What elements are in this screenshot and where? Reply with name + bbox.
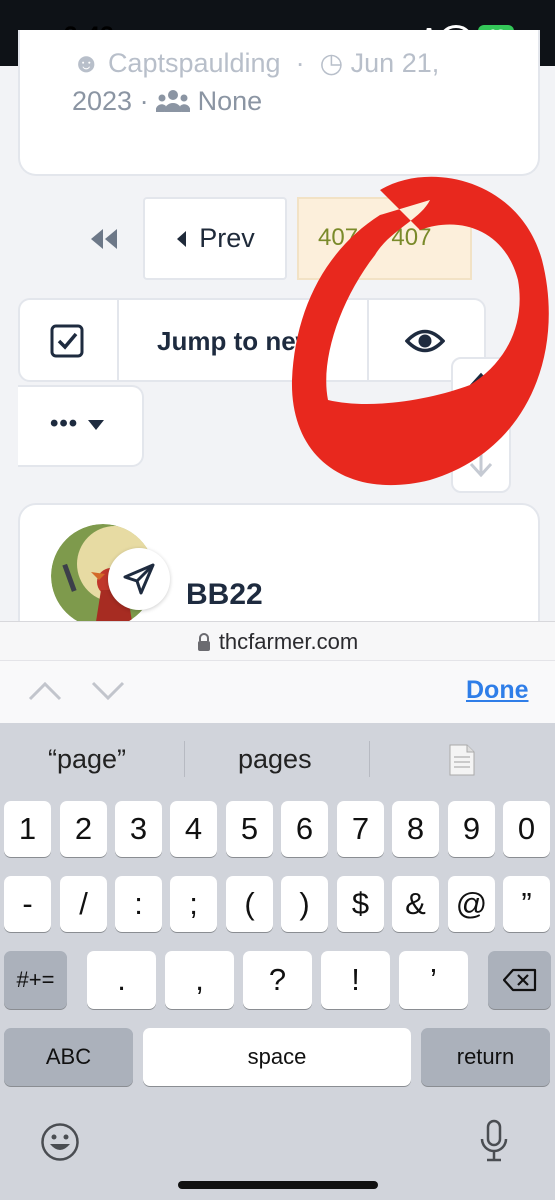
key-exclamation[interactable]: ! bbox=[321, 951, 390, 1009]
key-apostrophe[interactable]: ’ bbox=[399, 951, 468, 1009]
key-period[interactable]: . bbox=[87, 951, 156, 1009]
caret-down-icon bbox=[88, 420, 104, 430]
backspace-key[interactable] bbox=[488, 951, 551, 1009]
clock-icon: ◷ bbox=[319, 48, 344, 78]
key-8[interactable]: 8 bbox=[392, 801, 439, 857]
double-chevron-left-icon bbox=[91, 229, 117, 249]
url-domain: thcfarmer.com bbox=[218, 628, 359, 654]
chevron-up-icon[interactable] bbox=[28, 680, 62, 702]
key-5[interactable]: 5 bbox=[226, 801, 273, 857]
more-dots: ••• bbox=[50, 410, 79, 437]
emoji-icon[interactable] bbox=[40, 1122, 80, 1162]
post-meta-faded: ☻ Captspaulding · ◷ Jun 21, bbox=[72, 48, 440, 78]
lock-icon bbox=[197, 632, 210, 651]
key-7[interactable]: 7 bbox=[337, 801, 384, 857]
return-key[interactable]: return bbox=[421, 1028, 550, 1086]
key-slash[interactable]: / bbox=[60, 876, 107, 932]
divider bbox=[184, 741, 185, 777]
first-page-button[interactable] bbox=[84, 222, 122, 256]
suggestion-1[interactable]: “page” bbox=[48, 744, 126, 775]
divider bbox=[369, 741, 370, 777]
send-message-button[interactable] bbox=[108, 548, 170, 610]
key-6[interactable]: 6 bbox=[281, 801, 328, 857]
key-9[interactable]: 9 bbox=[448, 801, 495, 857]
post-participants: None bbox=[197, 86, 263, 116]
key-colon[interactable]: : bbox=[115, 876, 162, 932]
key-2[interactable]: 2 bbox=[60, 801, 107, 857]
post-date: Jun 21, bbox=[350, 48, 440, 78]
divider bbox=[117, 300, 119, 380]
document-suggestion-icon[interactable] bbox=[448, 743, 476, 777]
key-at[interactable]: @ bbox=[448, 876, 495, 932]
chevron-left-icon bbox=[177, 230, 187, 247]
space-key[interactable]: space bbox=[143, 1028, 411, 1086]
key-1[interactable]: 1 bbox=[4, 801, 51, 857]
key-quote[interactable]: ” bbox=[503, 876, 550, 932]
users-icon bbox=[155, 90, 191, 112]
key-comma[interactable]: , bbox=[165, 951, 234, 1009]
microphone-icon[interactable] bbox=[479, 1119, 509, 1163]
key-4[interactable]: 4 bbox=[170, 801, 217, 857]
key-dash[interactable]: - bbox=[4, 876, 51, 932]
post-author[interactable]: Captspaulding bbox=[108, 48, 281, 78]
key-close-paren[interactable]: ) bbox=[281, 876, 328, 932]
post-year: 2023 · bbox=[72, 86, 149, 116]
backspace-icon bbox=[502, 968, 536, 992]
checkbox-icon[interactable] bbox=[50, 324, 84, 358]
prev-label: Prev bbox=[199, 223, 255, 253]
key-3[interactable]: 3 bbox=[115, 801, 162, 857]
url-bar[interactable]: thcfarmer.com bbox=[0, 621, 555, 661]
user-icon: ☻ bbox=[72, 48, 101, 78]
home-indicator bbox=[178, 1181, 378, 1189]
key-semicolon[interactable]: ; bbox=[170, 876, 217, 932]
post-meta-line: 2023 · None bbox=[72, 86, 262, 117]
prev-page-button[interactable]: Prev bbox=[143, 197, 287, 280]
key-open-paren[interactable]: ( bbox=[226, 876, 273, 932]
more-options-button[interactable] bbox=[18, 385, 144, 467]
key-0[interactable]: 0 bbox=[503, 801, 550, 857]
paper-plane-icon bbox=[123, 563, 155, 595]
chevron-down-icon[interactable] bbox=[91, 680, 125, 702]
key-ampersand[interactable]: & bbox=[392, 876, 439, 932]
suggestion-2[interactable]: pages bbox=[238, 744, 312, 775]
abc-key[interactable]: ABC bbox=[4, 1028, 133, 1086]
key-dollar[interactable]: $ bbox=[337, 876, 384, 932]
symbols-toggle-key[interactable]: #+= bbox=[4, 951, 67, 1009]
key-question[interactable]: ? bbox=[243, 951, 312, 1009]
marker-scribble bbox=[291, 176, 549, 486]
done-button[interactable]: Done bbox=[466, 676, 529, 705]
author-name[interactable]: BB22 bbox=[186, 578, 263, 612]
